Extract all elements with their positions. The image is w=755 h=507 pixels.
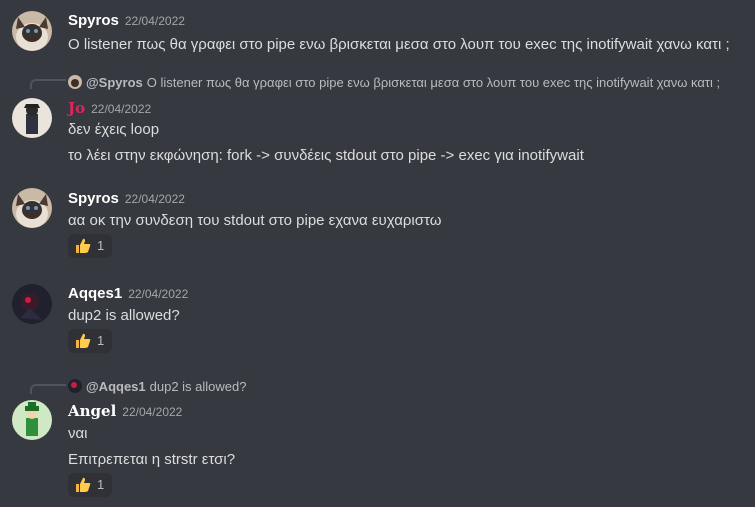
message-text: το λέει στην εκφώνηση: fork -> συνδέεις … [68, 147, 584, 164]
author-name[interactable]: Aqqes1 22/04/2022 [68, 285, 188, 302]
timestamp: 22/04/2022 [122, 405, 183, 419]
timestamp: 22/04/2022 [124, 14, 185, 28]
timestamp: 22/04/2022 [91, 102, 152, 116]
reaction-count: 1 [97, 477, 105, 492]
message-text: dup2 is allowed? [68, 307, 180, 324]
reply-spine [30, 79, 66, 89]
message-text: Ο listener πως θα γραφει στο pipe ενω βρ… [68, 36, 730, 53]
avatar[interactable] [12, 284, 52, 324]
reaction-thumbs-up[interactable]: 1 [68, 329, 112, 353]
thumbs-up-icon [75, 476, 91, 493]
chat-message-list: Spyros 22/04/2022 Ο listener πως θα γραφε… [0, 0, 755, 507]
reply-avatar [68, 379, 82, 393]
author-name[interactable]: Spyros 22/04/2022 [68, 12, 185, 29]
reply-preview[interactable]: @Spyros Ο listener πως θα γραφει στο pipe… [68, 75, 720, 90]
reply-text: Ο listener πως θα γραφει στο pipe ενω βρ… [146, 75, 721, 90]
reaction-thumbs-up[interactable]: 1 [68, 473, 112, 497]
author-name[interactable]: Spyros 22/04/2022 [68, 190, 185, 207]
timestamp: 22/04/2022 [128, 287, 189, 301]
avatar[interactable] [12, 400, 52, 440]
avatar[interactable] [12, 188, 52, 228]
thumbs-up-icon [75, 237, 91, 254]
author-name[interactable]: Angel 22/04/2022 [68, 402, 182, 420]
message-text: δεν έχεις loop [68, 121, 160, 138]
reply-text: dup2 is allowed? [149, 379, 247, 394]
reply-avatar [68, 75, 82, 89]
reply-author[interactable]: @Spyros [86, 75, 143, 90]
avatar[interactable] [12, 98, 52, 138]
reply-spine [30, 384, 66, 394]
thumbs-up-icon [75, 332, 91, 349]
message-text: αα οκ την συνδεση του stdout στο pipe εχ… [68, 212, 442, 229]
message-text: Επιτρεπεται η strstr ετσι? [68, 451, 236, 468]
reaction-count: 1 [97, 238, 105, 253]
reaction-count: 1 [97, 333, 105, 348]
message-text: ναι [68, 425, 88, 442]
reaction-thumbs-up[interactable]: 1 [68, 234, 112, 258]
timestamp: 22/04/2022 [124, 192, 185, 206]
reply-preview[interactable]: @Aqqes1 dup2 is allowed? [68, 379, 247, 394]
reply-author[interactable]: @Aqqes1 [86, 379, 146, 394]
author-name[interactable]: Jo 22/04/2022 [68, 99, 151, 117]
avatar[interactable] [12, 11, 52, 51]
